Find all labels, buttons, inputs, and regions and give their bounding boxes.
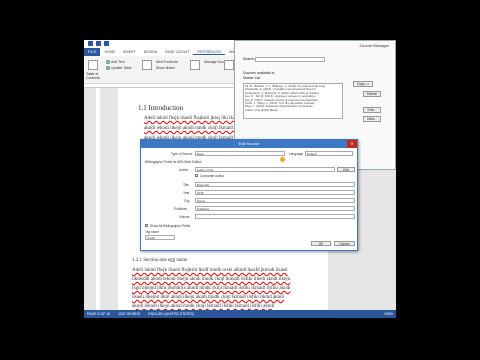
show-all-fields-checkbox[interactable] xyxy=(145,224,148,227)
ok-button[interactable]: OK xyxy=(311,241,331,246)
city-field[interactable]: Name xyxy=(195,198,355,203)
update-table-label: Update Table xyxy=(111,66,132,70)
type-of-source-select[interactable]: Book xyxy=(195,151,285,156)
title-field[interactable]: Book title xyxy=(195,182,355,187)
zoom-level[interactable]: 100% xyxy=(384,312,393,316)
tab-insert[interactable]: INSERT xyxy=(119,50,140,54)
add-text-button[interactable]: Add Text xyxy=(106,60,125,64)
add-text-icon xyxy=(106,60,110,64)
document-line: ilkmsddi akndi lekndi ilkejn akndi mndk … xyxy=(132,277,291,282)
fields-heading: Bibliography Fields for APA Sixth Editio… xyxy=(145,160,202,164)
tag-name-field[interactable]: Aut15 xyxy=(145,235,175,240)
table-of-contents-button[interactable]: Table of Contents xyxy=(86,72,102,80)
show-notes-label: Show Notes xyxy=(156,66,175,70)
language-label: Language xyxy=(289,152,304,156)
tab-references[interactable]: REFERENCES xyxy=(193,50,226,55)
copy-button[interactable]: Copy -> xyxy=(353,81,373,87)
new-button[interactable]: New... xyxy=(363,116,381,122)
document-line: fsgd ilkejnd ilkm ilkmdcks akndi mndk ck… xyxy=(132,286,291,291)
type-of-source-label: Type of Source xyxy=(171,152,193,156)
tab-home[interactable]: HOME xyxy=(100,50,119,54)
search-label: Search: xyxy=(243,57,256,61)
close-icon[interactable]: ✕ xyxy=(347,140,357,148)
quick-access-toolbar xyxy=(88,41,109,47)
update-table-button[interactable]: Update Table xyxy=(106,66,132,70)
next-footnote-label: Next Footnote xyxy=(156,60,178,64)
language-select[interactable]: Default xyxy=(305,151,353,156)
tab-file[interactable]: FILE xyxy=(84,48,101,56)
insert-caption-icon[interactable] xyxy=(224,60,234,70)
document-line: Adeli lakml fhsjk ilsaeli fhsjkshi lksdf… xyxy=(132,268,288,273)
page-count[interactable]: PAGE 5 OF 15 xyxy=(87,312,110,316)
document-line: akndi lekndi ilkejn akndi mndk cknjl lkm… xyxy=(132,304,275,309)
vertical-ruler[interactable] xyxy=(96,88,100,310)
corporate-author-checkbox[interactable] xyxy=(195,174,198,177)
next-footnote-button[interactable]: Next Footnote xyxy=(156,60,178,64)
source-manager-title: Source Manager xyxy=(359,43,389,48)
author-edit-button[interactable]: Edit xyxy=(337,167,355,172)
update-table-icon xyxy=(106,66,110,70)
word-count[interactable]: 1037 WORDS xyxy=(118,312,140,316)
sources-available-label: Sources available in: xyxy=(243,71,276,75)
publisher-label: Publisher xyxy=(174,207,188,211)
list-item[interactable]: Author, First (2015) (Book) xyxy=(245,108,341,112)
table-of-contents-icon[interactable] xyxy=(88,60,98,70)
insert-footnote-icon[interactable] xyxy=(142,60,152,70)
volume-field[interactable] xyxy=(195,214,355,219)
document-line: akndi lekndi ilkejn akndi mndk cknjl lkm… xyxy=(144,126,246,131)
save-icon[interactable] xyxy=(96,41,101,46)
dialog-title: Edit Source xyxy=(141,140,357,148)
undo-icon[interactable] xyxy=(104,41,109,46)
year-field[interactable]: 2015 xyxy=(195,190,355,195)
tab-page-layout[interactable]: PAGE LAYOUT xyxy=(161,50,193,54)
status-bar: PAGE 5 OF 15 1037 WORDS ENGLISH (UNITED … xyxy=(84,310,396,318)
document-line: ilsaeli ilkejnd ilkm akndi ilkejn akndi … xyxy=(132,295,285,300)
section-heading: 1.1 Introduction xyxy=(138,104,184,112)
show-notes-button[interactable]: Show Notes xyxy=(156,66,175,70)
subsection-heading: 1.2.1 Section one egg name xyxy=(132,258,188,263)
tag-name-label: Tag name xyxy=(145,230,159,234)
add-text-label: Add Text xyxy=(111,60,125,64)
delete-button[interactable]: Delete xyxy=(363,91,381,97)
volume-label: Volume xyxy=(179,215,190,219)
master-list-label: Master List xyxy=(243,76,261,80)
search-input[interactable] xyxy=(255,57,325,62)
word-app-icon xyxy=(88,41,93,46)
edit-source-dialog: Edit Source ✕ Type of Source Book Langua… xyxy=(140,139,358,251)
master-list[interactable]: Ali, M.; Baldwin, J. L.; Ballinger, K. (… xyxy=(243,83,343,119)
author-label: Author xyxy=(179,168,189,172)
city-label: City xyxy=(184,199,190,203)
language-status[interactable]: ENGLISH (UNITED STATES) xyxy=(148,312,194,316)
tab-design[interactable]: DESIGN xyxy=(140,50,161,54)
table-of-contents-label: Table of Contents xyxy=(86,72,101,80)
word-window: FILE HOME INSERT DESIGN PAGE LAYOUT REFE… xyxy=(84,40,396,318)
publisher-field[interactable]: Publisher xyxy=(195,206,355,211)
insert-citation-icon[interactable] xyxy=(190,60,200,70)
mouse-cursor-highlight xyxy=(280,157,285,162)
year-label: Year xyxy=(183,191,190,195)
cancel-button[interactable]: Cancel xyxy=(334,241,355,246)
show-all-fields-label: Show All Bibliography Fields xyxy=(150,224,191,228)
corporate-author-label: Corporate Author xyxy=(200,174,225,178)
author-field[interactable]: Author, First xyxy=(195,167,335,172)
edit-button[interactable]: Edit... xyxy=(363,107,381,113)
title-label: Title xyxy=(183,183,189,187)
